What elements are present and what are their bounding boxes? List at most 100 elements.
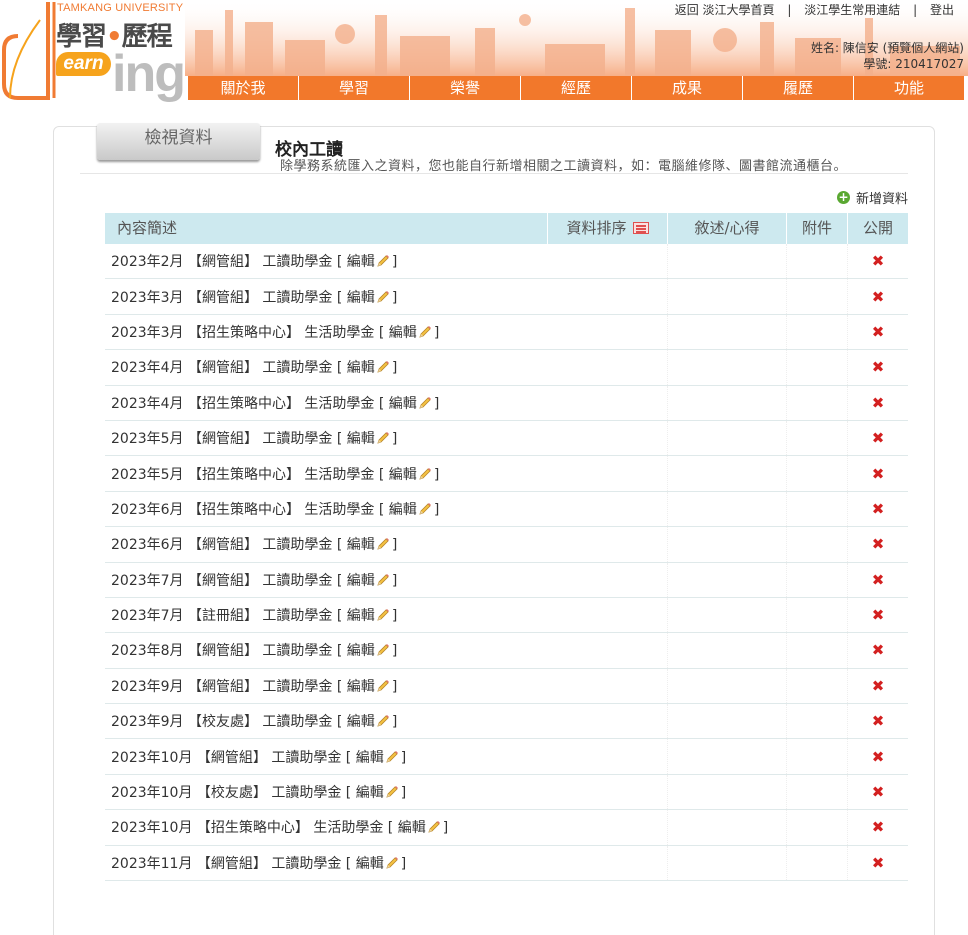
edit-link[interactable]: [ 編輯] [337, 643, 397, 659]
edit-label: [ 編輯 [336, 537, 375, 554]
home-link[interactable]: 返回 淡江大學首頁 [675, 3, 775, 17]
edit-link[interactable]: [ 編輯] [346, 785, 406, 801]
row-description: 2023年7月 【網管組】 工讀助學金 [ 編輯] [105, 570, 548, 590]
row-sort-cell [548, 491, 668, 527]
sort-label: 資料排序 [566, 219, 627, 237]
row-sort-cell [548, 774, 668, 810]
edit-link[interactable]: [ 編輯] [337, 608, 397, 624]
edit-link[interactable]: [ 編輯] [337, 290, 397, 306]
row-narrative-cell [668, 704, 787, 739]
delete-x-icon[interactable]: ✖ [872, 500, 885, 518]
row-description: 2023年10月 【校友處】 工讀助學金 [ 編輯] [105, 782, 548, 802]
edit-link[interactable]: [ 編輯] [388, 820, 448, 836]
delete-x-icon[interactable]: ✖ [872, 323, 885, 341]
row-sort-cell [548, 810, 668, 845]
edit-link[interactable]: [ 編輯] [337, 679, 397, 695]
edit-link[interactable]: [ 編輯] [346, 856, 406, 872]
edit-link[interactable]: [ 編輯] [337, 431, 397, 447]
row-text: 2023年8月 【網管組】 工讀助學金 [111, 643, 333, 660]
edit-link[interactable]: [ 編輯] [337, 714, 397, 730]
table-row: 2023年6月 【招生策略中心】 生活助學金 [ 編輯] ✖ [105, 491, 908, 528]
nav-about[interactable]: 關於我 [188, 76, 299, 100]
column-header-sort[interactable]: 資料排序 [548, 213, 668, 244]
row-public-cell: ✖ [848, 465, 908, 483]
edit-close: ] [391, 537, 398, 554]
add-data-button[interactable]: + 新增資料 [836, 188, 908, 207]
table-row: 2023年10月 【網管組】 工讀助學金 [ 編輯] ✖ [105, 739, 908, 775]
row-attachment-cell [787, 668, 848, 704]
user-name[interactable]: 姓名: 陳信安 (預覽個人網站) [811, 40, 964, 56]
edit-close: ] [391, 572, 398, 589]
delete-x-icon[interactable]: ✖ [872, 712, 885, 730]
row-attachment-cell [787, 456, 848, 491]
row-sort-cell [548, 527, 668, 562]
delete-x-icon[interactable]: ✖ [872, 429, 885, 447]
link-separator: | [787, 3, 792, 17]
row-attachment-cell [787, 739, 848, 774]
row-text: 2023年7月 【註冊組】 工讀助學金 [111, 608, 333, 625]
delete-x-icon[interactable]: ✖ [872, 818, 885, 836]
delete-x-icon[interactable]: ✖ [872, 677, 885, 695]
nav-experience[interactable]: 經歷 [521, 76, 632, 100]
row-text: 2023年9月 【校友處】 工讀助學金 [111, 714, 333, 731]
edit-label: [ 編輯 [336, 714, 375, 731]
learning-logo[interactable]: TAMKANG UNIVERSITY 學習•歷程 earn ing [0, 0, 188, 102]
edit-link[interactable]: [ 編輯] [337, 254, 397, 270]
row-attachment-cell [787, 774, 848, 810]
delete-x-icon[interactable]: ✖ [872, 535, 885, 553]
delete-x-icon[interactable]: ✖ [872, 252, 885, 270]
edit-close: ] [442, 820, 449, 837]
row-public-cell: ✖ [848, 748, 908, 766]
delete-x-icon[interactable]: ✖ [872, 394, 885, 412]
edit-link[interactable]: [ 編輯] [337, 360, 397, 376]
table-row: 2023年9月 【校友處】 工讀助學金 [ 編輯] ✖ [105, 704, 908, 740]
delete-x-icon[interactable]: ✖ [872, 606, 885, 624]
edit-close: ] [391, 714, 398, 731]
delete-x-icon[interactable]: ✖ [872, 641, 885, 659]
row-narrative-cell [668, 845, 787, 881]
edit-link[interactable]: [ 編輯] [379, 502, 439, 518]
sort-list-icon[interactable] [632, 222, 649, 234]
row-narrative-cell [668, 668, 787, 704]
view-data-tab[interactable]: 檢視資料 [97, 123, 260, 160]
delete-x-icon[interactable]: ✖ [872, 288, 885, 306]
row-sort-cell [548, 562, 668, 597]
delete-x-icon[interactable]: ✖ [872, 571, 885, 589]
row-text: 2023年3月 【招生策略中心】 生活助學金 [111, 324, 375, 341]
pencil-icon [419, 502, 431, 515]
edit-close: ] [391, 431, 398, 448]
row-text: 2023年6月 【網管組】 工讀助學金 [111, 537, 333, 554]
logout-link[interactable]: 登出 [930, 3, 954, 17]
nav-resume[interactable]: 履歷 [743, 76, 854, 100]
delete-x-icon[interactable]: ✖ [872, 854, 885, 872]
nav-honors[interactable]: 榮譽 [410, 76, 521, 100]
row-sort-cell [548, 456, 668, 491]
row-narrative-cell [668, 385, 787, 420]
delete-x-icon[interactable]: ✖ [872, 358, 885, 376]
row-attachment-cell [787, 385, 848, 420]
row-description: 2023年3月 【網管組】 工讀助學金 [ 編輯] [105, 287, 548, 307]
row-text: 2023年10月 【網管組】 工讀助學金 [111, 749, 342, 766]
edit-link[interactable]: [ 編輯] [337, 573, 397, 589]
common-links-link[interactable]: 淡江學生常用連結 [804, 3, 900, 17]
edit-link[interactable]: [ 編輯] [379, 467, 439, 483]
logo-university-text: TAMKANG UNIVERSITY [57, 2, 184, 14]
row-sort-cell [548, 704, 668, 739]
row-attachment-cell [787, 633, 848, 668]
nav-learning[interactable]: 學習 [299, 76, 410, 100]
delete-x-icon[interactable]: ✖ [872, 748, 885, 766]
delete-x-icon[interactable]: ✖ [872, 783, 885, 801]
row-narrative-cell [668, 810, 787, 845]
edit-link[interactable]: [ 編輯] [379, 325, 439, 341]
nav-functions[interactable]: 功能 [854, 76, 964, 100]
nav-achievements[interactable]: 成果 [632, 76, 743, 100]
delete-x-icon[interactable]: ✖ [872, 465, 885, 483]
row-description: 2023年6月 【網管組】 工讀助學金 [ 編輯] [105, 534, 548, 554]
edit-link[interactable]: [ 編輯] [337, 537, 397, 553]
row-attachment-cell [787, 420, 848, 456]
edit-link[interactable]: [ 編輯] [346, 750, 406, 766]
table-row: 2023年8月 【網管組】 工讀助學金 [ 編輯] ✖ [105, 633, 908, 669]
row-attachment-cell [787, 314, 848, 350]
row-public-cell: ✖ [848, 571, 908, 589]
edit-link[interactable]: [ 編輯] [379, 396, 439, 412]
